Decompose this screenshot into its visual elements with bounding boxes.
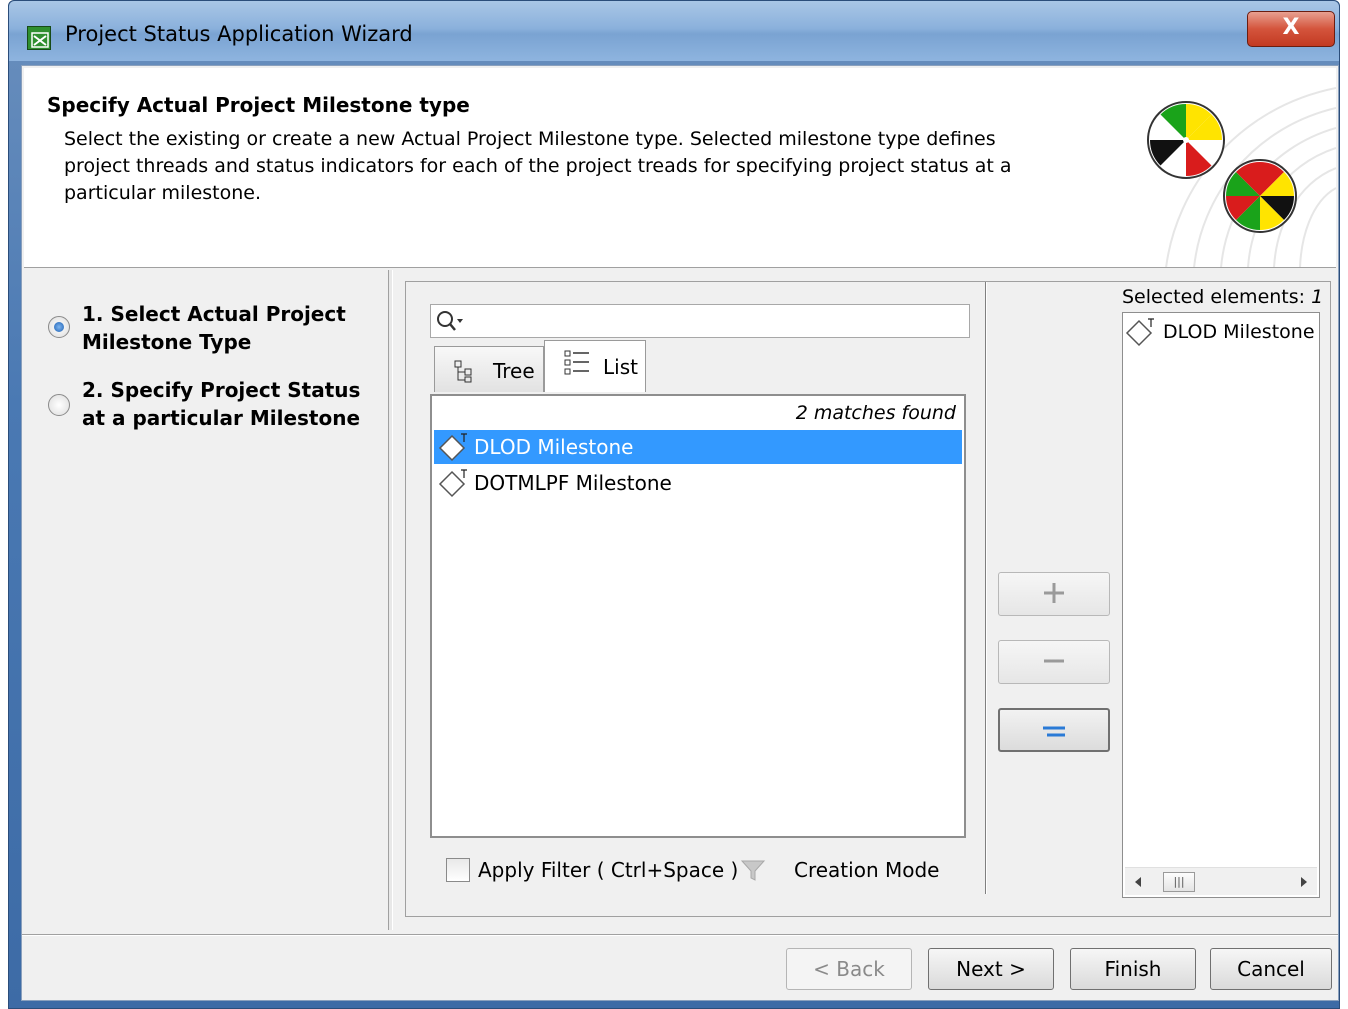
status-wheel-icon [1147, 101, 1225, 179]
step-1-label: 1. Select Actual Project Milestone Type [82, 302, 346, 354]
step-2-radio[interactable] [48, 394, 70, 416]
back-button[interactable]: < Back [786, 948, 912, 990]
search-field[interactable] [430, 304, 970, 338]
next-button[interactable]: Next > [928, 948, 1054, 990]
step-2-label: 2. Specify Project Status at a particula… [82, 378, 361, 430]
header-description: Select the existing or create a new Actu… [64, 128, 1012, 204]
window-title: Project Status Application Wizard [65, 22, 413, 46]
replace-button[interactable] [998, 708, 1110, 752]
creation-mode-label[interactable]: Creation Mode [794, 858, 939, 882]
stereotype-icon [438, 433, 467, 462]
wizard-window: Project Status Application Wizard X Spec… [8, 0, 1340, 1009]
status-wheel-color-icon [1223, 159, 1297, 233]
minus-icon [1044, 659, 1064, 663]
footer-divider [22, 934, 1338, 936]
search-input[interactable] [465, 308, 965, 334]
filter-icon[interactable] [740, 858, 766, 884]
list-item-label: DLOD Milestone [474, 435, 634, 459]
horizontal-scrollbar[interactable]: ||| [1125, 867, 1317, 895]
tab-list[interactable]: List [544, 340, 646, 392]
apply-filter-checkbox[interactable] [446, 858, 470, 882]
stereotype-icon [1125, 318, 1154, 347]
step-specify-status[interactable]: 2. Specify Project Status at a particula… [48, 376, 368, 436]
cancel-button[interactable]: Cancel [1210, 948, 1332, 990]
title-bar[interactable]: Project Status Application Wizard X [9, 1, 1339, 61]
wizard-header: Specify Actual Project Milestone type Se… [24, 68, 1336, 268]
scroll-left-icon[interactable] [1133, 875, 1143, 889]
selected-elements-list[interactable]: DLOD Milestone ||| [1122, 312, 1320, 898]
selected-elements-count: 1 [1311, 286, 1324, 308]
header-title: Specify Actual Project Milestone type [47, 93, 470, 117]
close-button[interactable]: X [1247, 11, 1335, 47]
app-icon [27, 26, 51, 50]
panel-divider [985, 282, 987, 894]
match-count: 2 matches found [795, 402, 956, 424]
list-item[interactable]: DOTMLPF Milestone [434, 466, 962, 500]
plus-icon [1044, 583, 1064, 603]
tab-tree-label: Tree [493, 359, 535, 383]
selected-elements-label: Selected elements: [1122, 286, 1312, 308]
scroll-right-icon[interactable] [1299, 875, 1309, 889]
apply-filter-label[interactable]: Apply Filter ( Ctrl+Space ) [478, 858, 738, 882]
steps-divider [388, 270, 393, 930]
results-list[interactable]: 2 matches found DLOD Milestone DOTMLPF M… [430, 394, 966, 838]
list-item[interactable]: DLOD Milestone [434, 430, 962, 464]
finish-button[interactable]: Finish [1070, 948, 1196, 990]
stereotype-icon [438, 469, 467, 498]
selected-item-label: DLOD Milestone [1163, 321, 1315, 343]
replace-icon [1043, 726, 1065, 737]
add-button[interactable] [998, 572, 1110, 616]
tab-list-label: List [603, 355, 638, 379]
list-icon [564, 350, 589, 375]
tab-tree[interactable]: Tree [434, 346, 544, 392]
search-icon[interactable] [435, 309, 465, 333]
remove-button[interactable] [998, 640, 1110, 684]
selected-elements-title: Selected elements: 1 [1122, 286, 1323, 308]
scrollbar-thumb[interactable]: ||| [1163, 872, 1195, 892]
list-item-label: DOTMLPF Milestone [474, 471, 672, 495]
wizard-steps: 1. Select Actual Project Milestone Type … [24, 270, 380, 930]
step-select-milestone-type[interactable]: 1. Select Actual Project Milestone Type [48, 300, 368, 360]
selection-panel: Tree List 2 matches found DLOD Milestone… [405, 281, 1331, 917]
step-1-radio[interactable] [48, 316, 70, 338]
wizard-body: Specify Actual Project Milestone type Se… [21, 65, 1339, 1001]
tree-icon [454, 360, 472, 383]
